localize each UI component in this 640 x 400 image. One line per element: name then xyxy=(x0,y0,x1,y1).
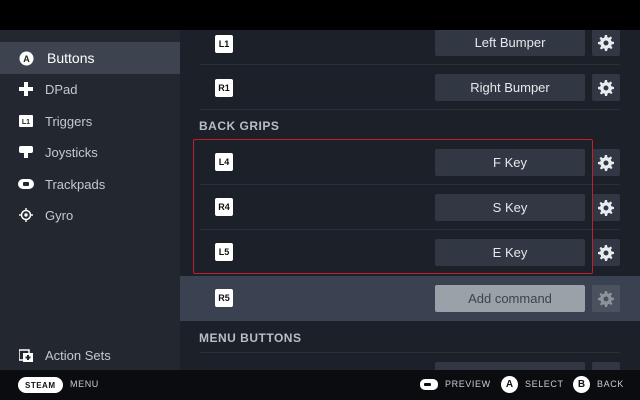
mapping-row-r4[interactable]: R4 S Key xyxy=(200,185,620,230)
mapping-row-r5[interactable]: R5 Add command xyxy=(180,276,640,321)
s-key-command-button[interactable]: S Key xyxy=(435,194,585,221)
gear-icon[interactable] xyxy=(592,149,620,176)
menu-hint: MENU xyxy=(70,379,99,389)
sidebar-item-label: Gyro xyxy=(45,207,74,223)
top-bar xyxy=(0,0,640,30)
sidebar-item-trackpads[interactable]: Trackpads xyxy=(0,168,180,200)
sidebar-item-joysticks[interactable]: Joysticks xyxy=(0,136,180,168)
steam-button[interactable]: STEAM xyxy=(18,377,63,393)
gear-icon[interactable] xyxy=(592,239,620,266)
mapping-row-l5[interactable]: L5 E Key xyxy=(200,230,620,275)
e-key-command-button[interactable]: E Key xyxy=(435,239,585,266)
sidebar-item-buttons[interactable]: A Buttons xyxy=(0,42,180,74)
action-sets-label: Action Sets xyxy=(45,347,111,363)
preview-hint: PREVIEW xyxy=(445,379,491,389)
l4-badge: L4 xyxy=(215,153,233,171)
trackpad-icon xyxy=(18,176,34,192)
right-bumper-command-button[interactable]: Right Bumper xyxy=(435,74,585,101)
sidebar-item-label: Trackpads xyxy=(45,176,106,192)
a-button-icon-letter: A xyxy=(23,54,30,64)
sidebar-item-label: Buttons xyxy=(47,50,95,66)
back-grips-header: BACK GRIPS xyxy=(199,119,280,133)
joystick-icon xyxy=(18,144,34,160)
preview-icon xyxy=(420,379,438,390)
command-button[interactable] xyxy=(435,362,585,370)
add-command-button[interactable]: Add command xyxy=(435,285,585,312)
left-bumper-command-button[interactable]: Left Bumper xyxy=(435,30,585,56)
gear-icon[interactable] xyxy=(592,362,620,370)
sidebar-item-dpad[interactable]: DPad xyxy=(0,73,180,105)
a-button-icon: A xyxy=(501,376,518,393)
gyro-icon xyxy=(18,207,34,223)
sidebar: A Buttons DPad L1 Triggers Joysticks Tra… xyxy=(0,30,180,370)
r1-badge: R1 xyxy=(215,79,233,97)
sidebar-item-triggers[interactable]: L1 Triggers xyxy=(0,105,180,137)
footer-bar: STEAM MENU PREVIEW A SELECT B BACK xyxy=(0,370,640,400)
mapping-row-l1[interactable]: L1 Left Bumper xyxy=(200,30,620,65)
mapping-row-r1[interactable]: R1 Right Bumper xyxy=(200,65,620,110)
sidebar-item-gyro[interactable]: Gyro xyxy=(0,199,180,231)
l5-badge: L5 xyxy=(215,243,233,261)
mapping-row-l4[interactable]: L4 F Key xyxy=(200,140,620,185)
gear-icon[interactable] xyxy=(592,30,620,56)
button-mapping-panel: L1 Left Bumper R1 Right Bumper BACK GRIP… xyxy=(180,30,640,370)
sidebar-item-label: Joysticks xyxy=(45,144,98,160)
r5-badge: R5 xyxy=(215,289,233,307)
gear-icon[interactable] xyxy=(592,285,620,312)
l1-trigger-icon-text: L1 xyxy=(22,119,30,126)
l1-badge: L1 xyxy=(215,35,233,53)
sidebar-item-label: DPad xyxy=(45,81,78,97)
back-hint: BACK xyxy=(597,379,624,389)
sidebar-item-action-sets[interactable]: Action Sets xyxy=(0,339,180,371)
select-hint: SELECT xyxy=(525,379,564,389)
gear-icon[interactable] xyxy=(592,194,620,221)
dpad-icon xyxy=(18,81,34,97)
mapping-row-partial[interactable] xyxy=(200,352,620,370)
a-button-icon: A xyxy=(18,50,34,66)
r4-badge: R4 xyxy=(215,198,233,216)
f-key-command-button[interactable]: F Key xyxy=(435,149,585,176)
l1-trigger-icon: L1 xyxy=(18,113,34,129)
sidebar-item-label: Triggers xyxy=(45,113,93,129)
action-sets-icon xyxy=(18,347,34,363)
b-button-icon: B xyxy=(573,376,590,393)
menu-buttons-header: MENU BUTTONS xyxy=(199,331,302,345)
gear-icon[interactable] xyxy=(592,74,620,101)
